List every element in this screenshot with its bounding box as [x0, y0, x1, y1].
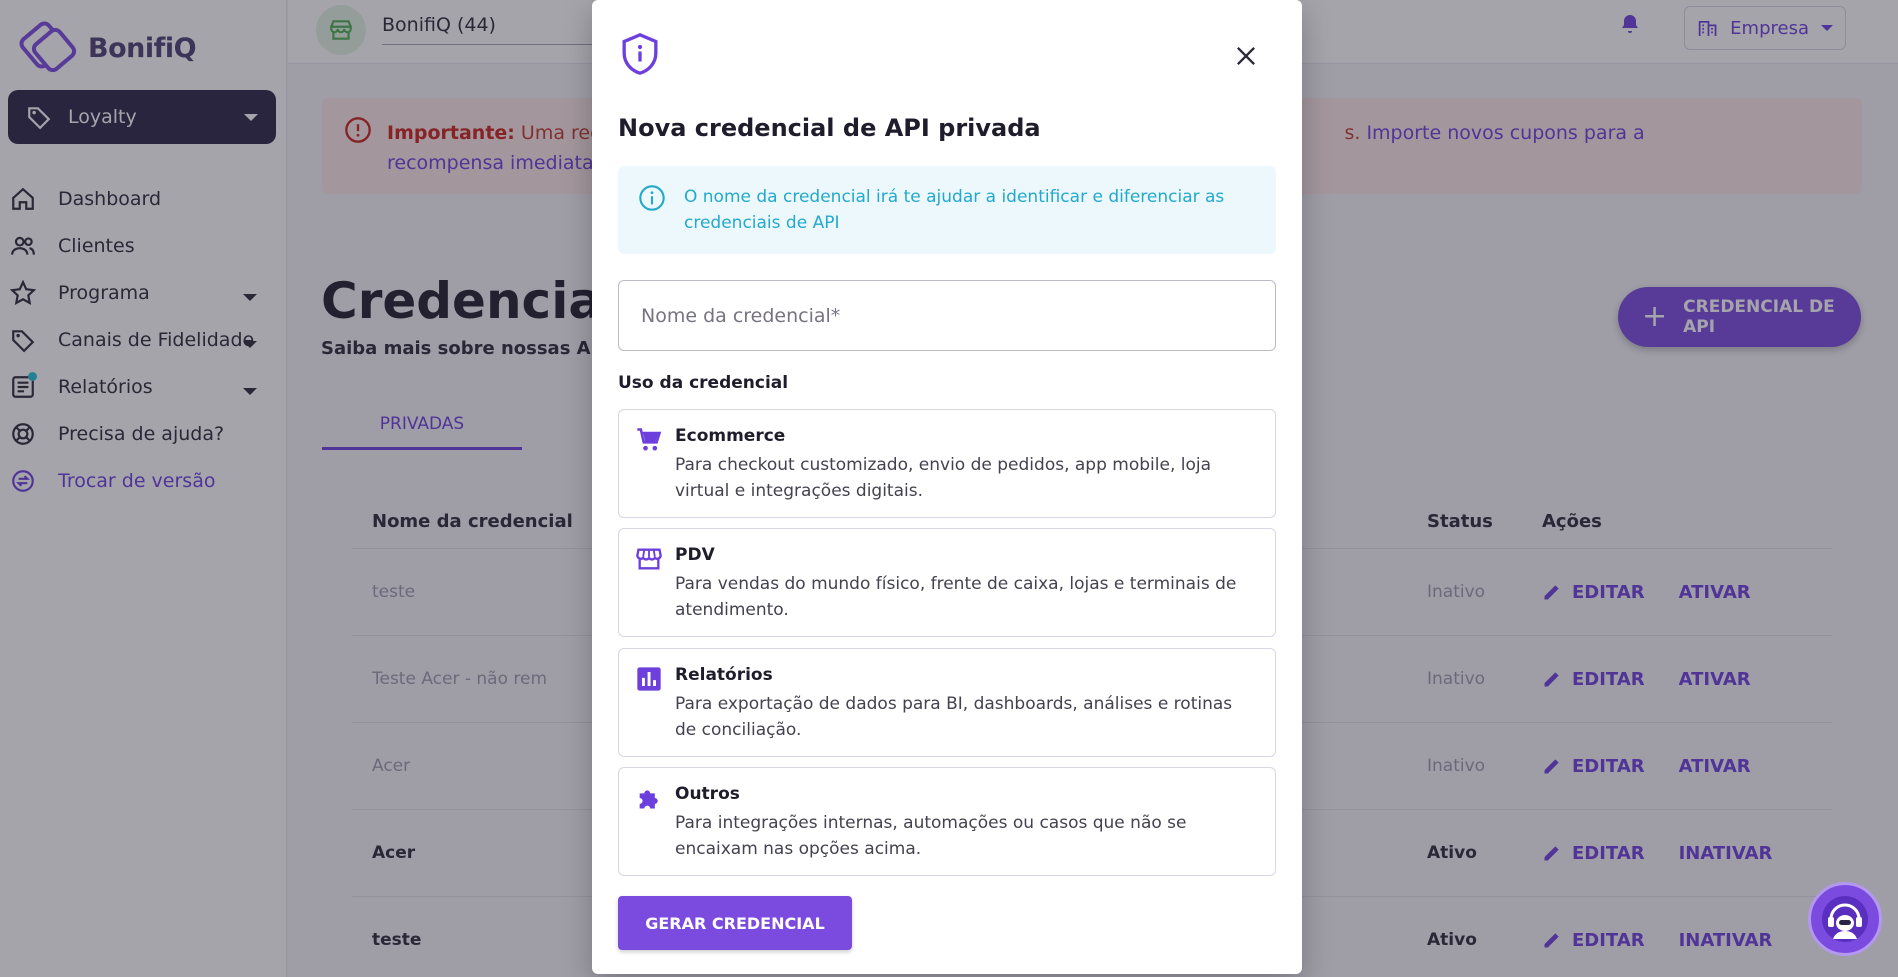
info-text: O nome da credencial irá te ajudar a ide…: [684, 187, 1225, 233]
close-icon[interactable]: [1232, 42, 1260, 70]
info-icon: [639, 185, 665, 211]
cart-icon: [637, 428, 662, 451]
puzzle-icon: [639, 790, 658, 809]
usage-option-pdv[interactable]: PDV Para vendas do mundo físico, frente …: [618, 528, 1276, 637]
info-callout: O nome da credencial irá te ajudar a ide…: [618, 166, 1276, 254]
usage-option-ecommerce[interactable]: Ecommerce Para checkout customizado, env…: [618, 409, 1276, 518]
usage-label: Uso da credencial: [618, 373, 789, 393]
option-description: Para exportação de dados para BI, dashbo…: [675, 694, 1233, 740]
support-agent-icon: [1822, 896, 1868, 942]
option-title: Ecommerce: [675, 426, 786, 446]
usage-option-outros[interactable]: Outros Para integrações internas, automa…: [618, 767, 1276, 876]
option-description: Para vendas do mundo físico, frente de c…: [675, 574, 1237, 620]
option-title: PDV: [675, 545, 715, 565]
option-description: Para checkout customizado, envio de pedi…: [675, 455, 1212, 501]
generate-credential-button[interactable]: GERAR CREDENCIAL: [618, 896, 852, 950]
option-title: Relatórios: [675, 665, 773, 685]
new-credential-modal: Nova credencial de API privada O nome da…: [592, 0, 1302, 974]
shield-info-icon: [622, 33, 658, 75]
usage-option-relatorios[interactable]: Relatórios Para exportação de dados para…: [618, 648, 1276, 757]
storefront-icon: [636, 548, 662, 570]
option-title: Outros: [675, 784, 740, 804]
bar-chart-icon: [637, 667, 661, 691]
credential-name-input[interactable]: [619, 281, 1275, 350]
modal-title: Nova credencial de API privada: [618, 114, 1041, 142]
support-chat-button[interactable]: [1808, 882, 1882, 956]
option-description: Para integrações internas, automações ou…: [675, 813, 1187, 859]
credential-name-field: [618, 280, 1276, 351]
